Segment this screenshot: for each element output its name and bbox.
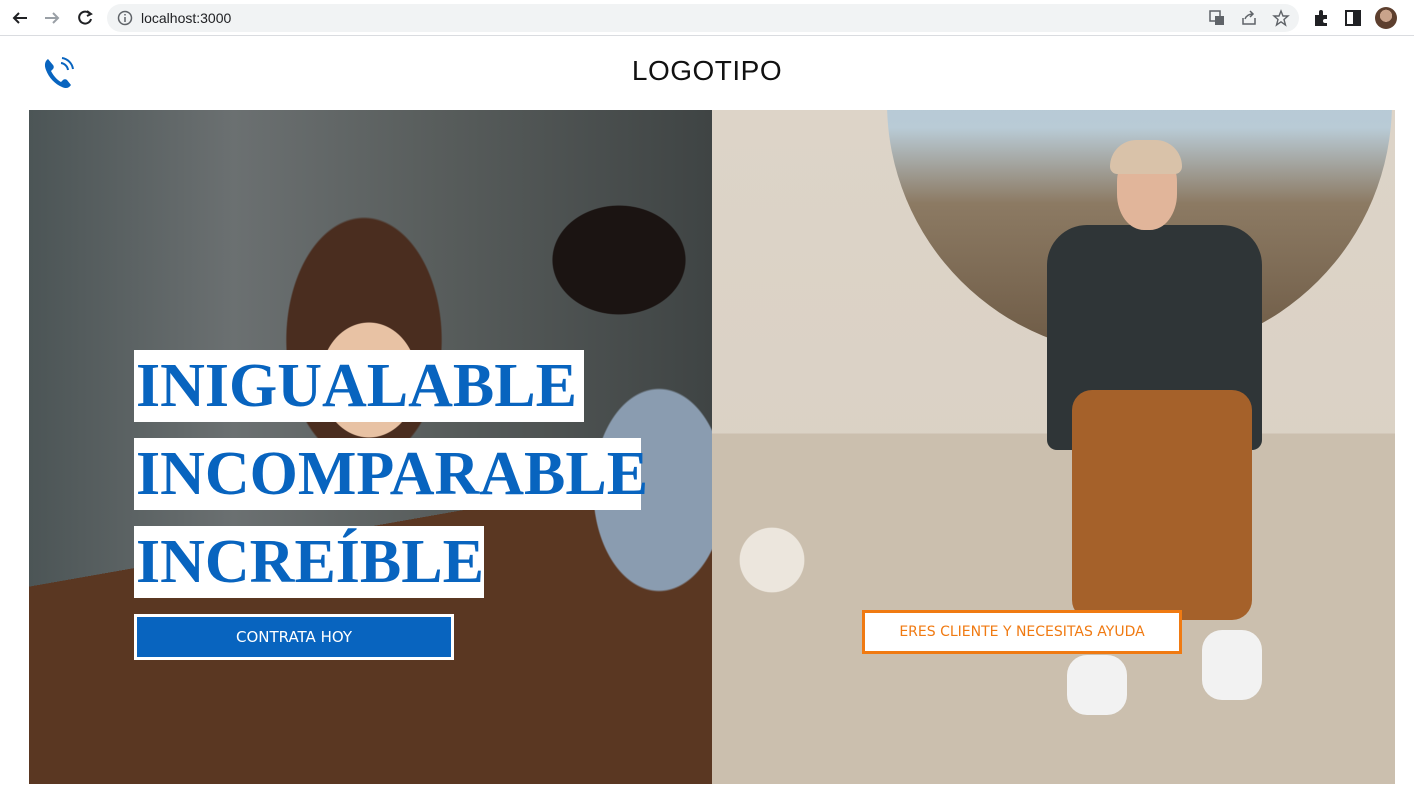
person-cap (1110, 140, 1182, 174)
site-logo[interactable]: LOGOTIPO (0, 55, 1414, 87)
share-icon[interactable] (1240, 9, 1258, 27)
headline-line-3: INCREÍBLE (134, 526, 484, 598)
info-icon[interactable] (117, 10, 133, 26)
back-icon[interactable] (8, 6, 32, 30)
contract-now-button[interactable]: CONTRATA HOY (134, 614, 454, 660)
translate-icon[interactable] (1208, 9, 1226, 27)
headline-line-1: INIGUALABLE (134, 350, 584, 422)
url-text[interactable]: localhost:3000 (141, 10, 231, 26)
star-icon[interactable] (1272, 9, 1290, 27)
address-bar[interactable]: localhost:3000 (107, 4, 1299, 32)
person-shoe (1067, 655, 1127, 715)
person-shoe (1202, 630, 1262, 700)
headline-line-2: INCOMPARABLE (134, 438, 649, 510)
browser-toolbar: localhost:3000 (0, 0, 1414, 36)
customer-help-button[interactable]: ERES CLIENTE Y NECESITAS AYUDA (862, 610, 1182, 654)
reload-icon[interactable] (73, 6, 97, 30)
extensions-icon[interactable] (1311, 8, 1331, 28)
sidepanel-icon[interactable] (1343, 8, 1363, 28)
hero-image-right (712, 110, 1395, 784)
forward-icon[interactable] (40, 6, 64, 30)
person-pants (1072, 390, 1252, 620)
profile-avatar[interactable] (1375, 7, 1397, 29)
